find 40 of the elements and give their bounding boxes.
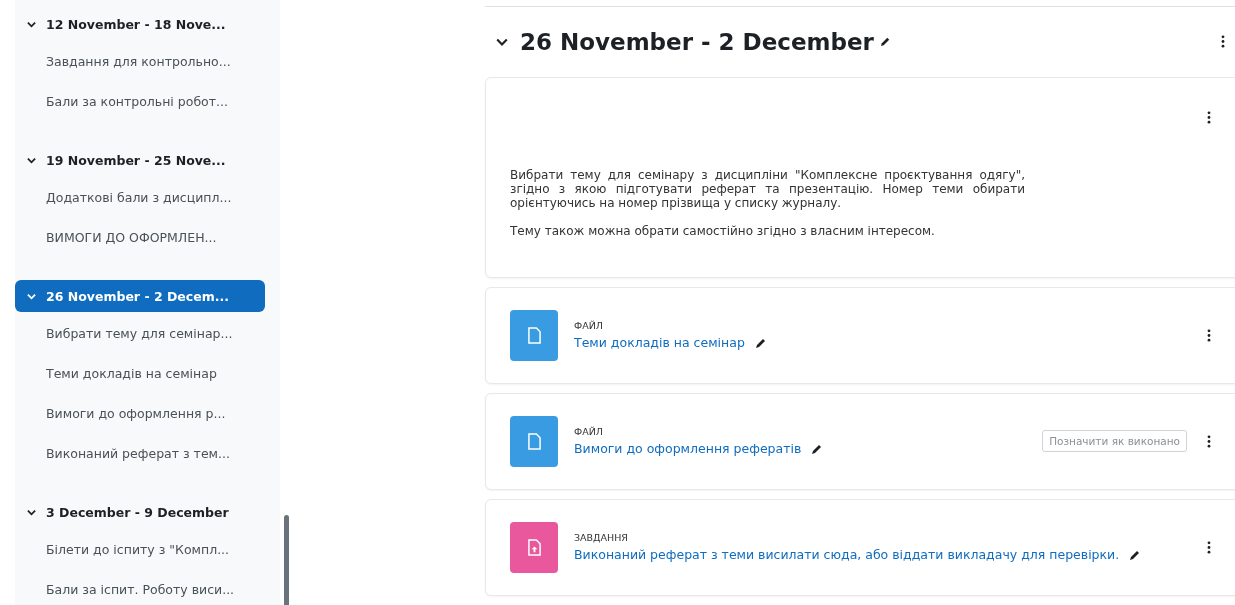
section-link[interactable]: 26 November - 2 Decem... — [15, 280, 265, 312]
document-icon — [527, 326, 541, 344]
pencil-icon[interactable] — [879, 36, 891, 48]
pencil-icon[interactable] — [811, 442, 824, 455]
chevron-icon — [27, 19, 36, 29]
activity-link[interactable]: Теми докладів на семінар — [574, 335, 745, 351]
activity-link[interactable]: Додаткові бали з дисципл... — [15, 180, 280, 220]
activity-link[interactable]: Завдання для контрольно... — [15, 44, 280, 84]
pencil-icon[interactable] — [754, 336, 767, 349]
activity-type-label: ЗАВДАННЯ — [574, 532, 629, 544]
activity-link[interactable]: Вибрати тему для семінар... — [15, 316, 280, 356]
activity-link[interactable]: Вимоги до оформлення рефератів — [574, 441, 802, 457]
activity-link[interactable]: Бали за іспит. Роботу виси... — [15, 572, 280, 605]
section-link[interactable]: 3 December - 9 December — [15, 496, 265, 528]
summary-text: Вибрати тему для семінару з дисципліни "Комплексне проєктування одягу", згідно з якою підготувати реферат та презентацію. Номер теми обирати орієнтуючись на номер прізвища у списку журналу. — [510, 167, 1025, 210]
activity-link[interactable]: ВИМОГИ ДО ОФОРМЛЕН... — [15, 220, 280, 260]
activity-type-label: ФАЙЛ — [574, 320, 604, 332]
more-menu-icon[interactable] — [1207, 540, 1211, 554]
document-icon — [527, 432, 541, 450]
activity-link[interactable]: Білети до іспиту з "Компл... — [15, 532, 280, 572]
activity-link[interactable]: Виконаний реферат з теми висилати сюда, або віддати викладачу для перевірки. — [574, 547, 1120, 563]
activity-link[interactable]: Вимоги до оформлення р... — [15, 396, 280, 436]
activity-type-label: ФАЙЛ — [574, 426, 604, 438]
document-upload-icon — [527, 538, 541, 556]
chevron-icon — [27, 155, 36, 165]
pencil-icon[interactable] — [1129, 548, 1142, 561]
more-menu-icon[interactable] — [1207, 434, 1211, 448]
activity-link[interactable]: Бали за контрольні робот... — [15, 84, 280, 124]
activity-link[interactable]: Виконаний реферат з тем... — [15, 436, 280, 476]
more-menu-icon[interactable] — [1207, 328, 1211, 342]
activity-link[interactable]: Теми докладів на семінар — [15, 356, 280, 396]
more-menu-icon[interactable] — [1207, 110, 1211, 124]
chevron-icon — [27, 507, 36, 517]
chevron-icon — [27, 291, 36, 301]
section-link[interactable]: 12 November - 18 Nove... — [15, 8, 265, 40]
summary-text: Тему також можна обрати самостійно згідно з власним інтересом. — [510, 223, 936, 238]
section-title: 26 November - 2 December — [520, 28, 874, 55]
more-menu-icon[interactable] — [1221, 35, 1225, 49]
scrollbar-thumb[interactable] — [284, 515, 289, 605]
section-link[interactable]: 19 November - 25 Nove... — [15, 144, 265, 176]
